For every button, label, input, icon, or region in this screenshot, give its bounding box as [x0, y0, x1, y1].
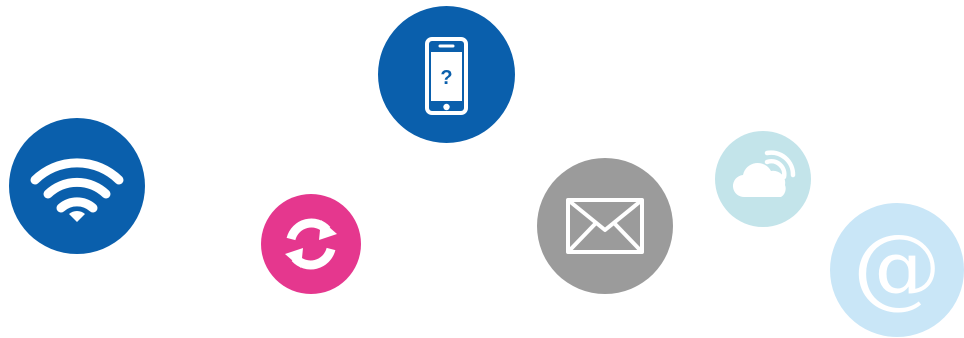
wifi-icon	[30, 158, 124, 222]
at-sign-icon: @	[853, 215, 941, 318]
sync-bubble	[261, 194, 361, 294]
mail-envelope-icon	[566, 198, 644, 254]
mail-bubble	[537, 158, 673, 294]
smartphone-bubble: ?	[378, 6, 515, 143]
wifi-bubble	[9, 118, 145, 254]
smartphone-question-icon: ?	[425, 37, 468, 115]
cloud-signal-icon	[732, 150, 796, 198]
sync-icon	[285, 218, 337, 270]
question-mark: ?	[440, 67, 452, 89]
cloud-bubble	[715, 131, 811, 227]
at-sign-bubble: @	[830, 203, 964, 337]
